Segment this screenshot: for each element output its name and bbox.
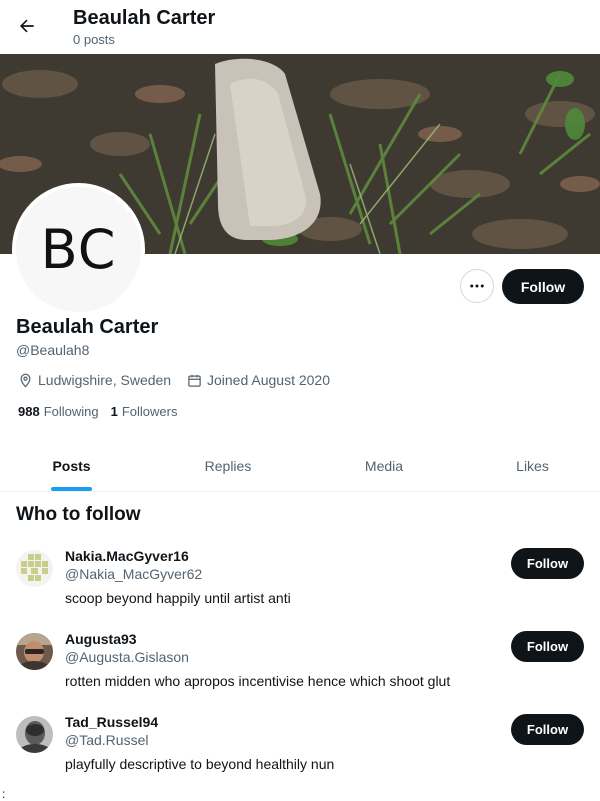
location-pin-icon <box>20 373 31 388</box>
suggestion-handle: @Augusta.Gislason <box>65 649 189 665</box>
followers-count: 1 <box>110 404 118 419</box>
profile-location: Ludwigshire, Sweden <box>18 370 171 390</box>
more-dots-icon <box>470 284 484 288</box>
top-bar: Beaulah Carter 0 posts <box>0 0 600 54</box>
tab-posts[interactable]: Posts <box>0 440 143 491</box>
suggestion-handle: @Tad.Russel <box>65 732 149 748</box>
follow-button[interactable]: Follow <box>502 269 584 304</box>
tab-likes[interactable]: Likes <box>455 440 600 491</box>
more-options-button[interactable] <box>460 269 494 303</box>
avatar-initials: BC <box>40 218 117 281</box>
suggestion-follow-button[interactable]: Follow <box>511 714 584 745</box>
who-to-follow-title: Who to follow <box>16 504 141 525</box>
following-label: Following <box>43 404 99 419</box>
suggestion-follow-button[interactable]: Follow <box>511 548 584 579</box>
following-link[interactable]: 988 Following <box>18 404 99 419</box>
suggestion-avatar[interactable] <box>16 550 53 587</box>
profile-handle: @Beaulah8 <box>16 342 90 358</box>
followers-link[interactable]: 1 Followers <box>111 404 178 419</box>
profile-stats: 988 Following 1 Followers <box>18 404 189 419</box>
suggestion-item[interactable]: Nakia.MacGyver16 @Nakia_MacGyver62 scoop… <box>0 548 600 628</box>
identicon-avatar <box>16 550 53 587</box>
suggestion-avatar[interactable] <box>16 716 53 753</box>
location-text: Ludwigshire, Sweden <box>38 372 172 388</box>
followers-label: Followers <box>121 404 178 419</box>
suggestion-item[interactable]: Tad_Russel94 @Tad.Russel playfully descr… <box>0 714 600 794</box>
footer-mark: : <box>2 787 6 801</box>
suggestion-bio: playfully descriptive to beyond healthil… <box>65 756 335 772</box>
suggestion-bio: scoop beyond happily until artist anti <box>65 590 291 606</box>
back-button[interactable] <box>10 9 44 43</box>
profile-joined: Joined August 2020 <box>187 370 330 390</box>
suggestion-avatar[interactable] <box>16 633 53 670</box>
following-count: 988 <box>18 404 40 419</box>
tab-media[interactable]: Media <box>313 440 455 491</box>
calendar-icon <box>188 374 201 387</box>
profile-avatar[interactable]: BC <box>12 183 145 316</box>
header-title: Beaulah Carter <box>73 7 216 29</box>
suggestion-name[interactable]: Nakia.MacGyver16 <box>65 548 189 565</box>
suggestion-name[interactable]: Tad_Russel94 <box>65 714 158 731</box>
suggestion-handle: @Nakia_MacGyver62 <box>65 566 203 582</box>
arrow-left-icon <box>19 19 34 33</box>
suggestion-item[interactable]: Augusta93 @Augusta.Gislason rotten midde… <box>0 631 600 711</box>
user-photo-avatar <box>16 633 53 670</box>
suggestion-follow-button[interactable]: Follow <box>511 631 584 662</box>
profile-tabs: Posts Replies Media Likes <box>0 440 600 492</box>
active-tab-indicator <box>51 487 92 491</box>
tab-replies[interactable]: Replies <box>143 440 313 491</box>
suggestion-name[interactable]: Augusta93 <box>65 631 137 648</box>
joined-text: Joined August 2020 <box>207 372 330 388</box>
user-photo-avatar <box>16 716 53 753</box>
suggestion-bio: rotten midden who apropos incentivise he… <box>65 673 451 689</box>
post-count: 0 posts <box>73 32 115 47</box>
profile-name: Beaulah Carter <box>16 316 159 338</box>
